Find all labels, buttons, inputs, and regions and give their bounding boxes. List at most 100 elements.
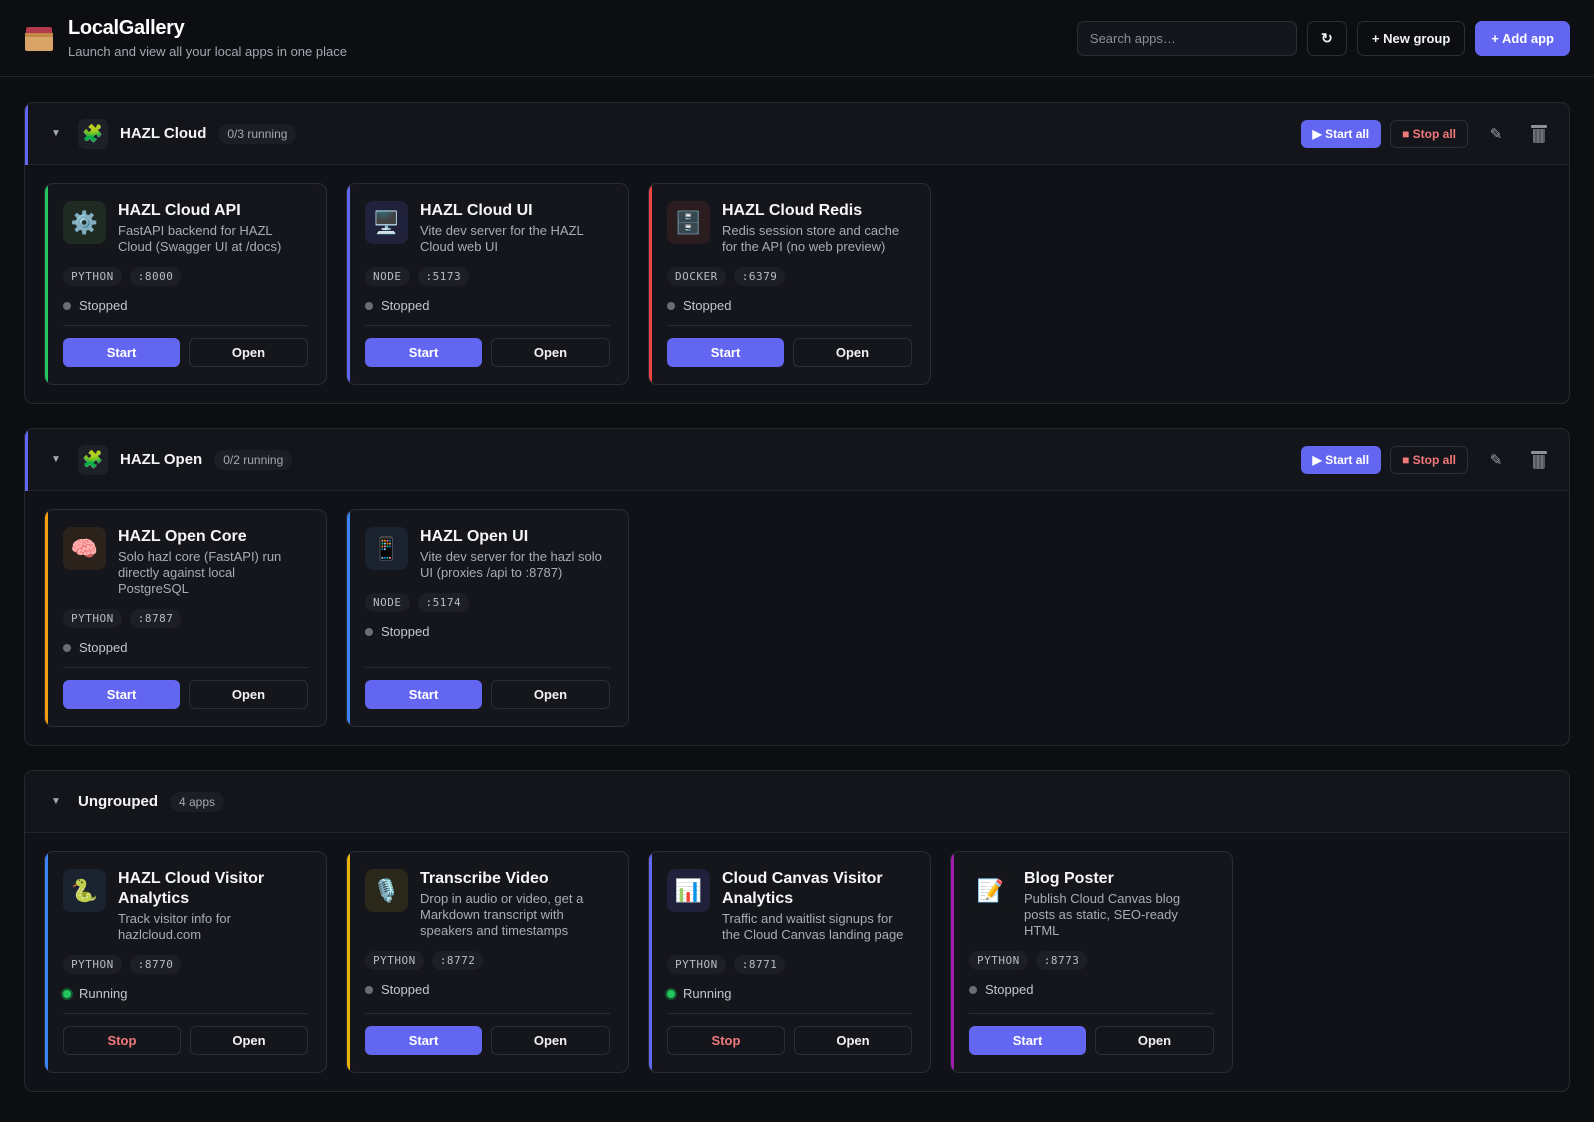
- group-ungrouped: ▼ Ungrouped 4 apps 🐍 HAZL Cloud Visitor …: [24, 770, 1570, 1092]
- group-accent: [25, 103, 28, 165]
- group-header[interactable]: ▼ Ungrouped 4 apps: [25, 771, 1569, 833]
- open-button[interactable]: Open: [491, 338, 610, 367]
- chevron-down-icon[interactable]: ▼: [50, 796, 62, 807]
- start-button[interactable]: Start: [63, 680, 180, 709]
- group-actions: ▶ Start all ■ Stop all ✎: [1300, 445, 1547, 474]
- start-button[interactable]: Start: [667, 338, 784, 367]
- app-icon: 📊: [667, 869, 710, 912]
- trash-icon[interactable]: [1531, 124, 1547, 143]
- start-button[interactable]: Start: [365, 680, 482, 709]
- open-button[interactable]: Open: [491, 1026, 610, 1055]
- card-file-box-icon: [24, 23, 54, 53]
- card-text: HAZL Cloud UI Vite dev server for the HA…: [420, 201, 610, 255]
- trash-icon[interactable]: [1531, 450, 1547, 469]
- add-app-button[interactable]: + Add app: [1475, 20, 1570, 56]
- runtime-badge: PYTHON: [63, 267, 122, 286]
- status-text: Stopped: [985, 982, 1034, 997]
- card-text: HAZL Cloud Visitor Analytics Track visit…: [118, 869, 308, 943]
- app-card: 🎙️ Transcribe Video Drop in audio or vid…: [346, 851, 629, 1073]
- open-button[interactable]: Open: [189, 680, 308, 709]
- card-text: HAZL Cloud Redis Redis session store and…: [722, 201, 912, 255]
- app-card: 🖥️ HAZL Cloud UI Vite dev server for the…: [346, 183, 629, 385]
- open-button[interactable]: Open: [190, 1026, 308, 1055]
- pencil-icon[interactable]: ✎: [1482, 446, 1510, 474]
- app-header: LocalGallery Launch and view all your lo…: [0, 0, 1594, 77]
- chevron-down-icon[interactable]: ▼: [50, 128, 62, 139]
- search-input[interactable]: [1076, 20, 1297, 56]
- app-title: Cloud Canvas Visitor Analytics: [722, 870, 883, 907]
- new-group-button[interactable]: + New group: [1356, 20, 1466, 56]
- app-title: Blog Poster: [1024, 870, 1114, 887]
- start-button[interactable]: Start: [365, 1026, 482, 1055]
- port-badge: :8770: [129, 955, 182, 974]
- start-all-button[interactable]: ▶ Start all: [1300, 445, 1382, 474]
- status-dot-icon: [365, 627, 373, 636]
- open-button[interactable]: Open: [491, 680, 610, 709]
- port-badge: :8000: [129, 267, 182, 286]
- app-card: 🗄️ HAZL Cloud Redis Redis session store …: [648, 183, 931, 385]
- app-card: ⚙️ HAZL Cloud API FastAPI backend for HA…: [44, 183, 327, 385]
- start-all-button[interactable]: ▶ Start all: [1300, 119, 1382, 148]
- card-actions: Stop Open: [63, 1013, 308, 1055]
- app-tags: PYTHON :8771: [667, 955, 912, 974]
- pencil-icon[interactable]: ✎: [1482, 120, 1510, 148]
- open-button[interactable]: Open: [189, 338, 308, 367]
- app-card-list: 🐍 HAZL Cloud Visitor Analytics Track vis…: [25, 833, 1569, 1091]
- status-indicator: Running: [667, 986, 912, 1001]
- status-indicator: Stopped: [365, 624, 610, 639]
- card-accent: [951, 852, 954, 1072]
- group-header[interactable]: ▼ 🧩 HAZL Cloud 0/3 running ▶ Start all ■…: [25, 103, 1569, 165]
- stop-all-button[interactable]: ■ Stop all: [1390, 119, 1468, 148]
- app-count: 4 apps: [170, 791, 225, 812]
- card-header: 🎙️ Transcribe Video Drop in audio or vid…: [365, 869, 610, 939]
- app-title: HAZL Cloud Redis: [722, 202, 863, 219]
- stop-button[interactable]: Stop: [63, 1026, 181, 1055]
- header-actions: ↻ + New group + Add app: [1076, 20, 1570, 56]
- main-content: ▼ 🧩 HAZL Cloud 0/3 running ▶ Start all ■…: [0, 77, 1594, 1092]
- open-button[interactable]: Open: [794, 1026, 912, 1055]
- group-hazl-cloud: ▼ 🧩 HAZL Cloud 0/3 running ▶ Start all ■…: [24, 102, 1570, 404]
- start-button[interactable]: Start: [969, 1026, 1086, 1055]
- card-accent: [649, 852, 652, 1072]
- status-indicator: Stopped: [667, 298, 912, 313]
- status-text: Stopped: [79, 640, 128, 655]
- status-dot-icon: [365, 985, 373, 994]
- open-button[interactable]: Open: [793, 338, 912, 367]
- card-header: 🖥️ HAZL Cloud UI Vite dev server for the…: [365, 201, 610, 255]
- puzzle-icon: 🧩: [78, 118, 108, 149]
- refresh-button[interactable]: ↻: [1306, 20, 1347, 56]
- app-tags: NODE :5173: [365, 267, 610, 286]
- port-badge: :8772: [431, 951, 484, 970]
- card-accent: [45, 852, 48, 1072]
- card-header: 📱 HAZL Open UI Vite dev server for the h…: [365, 527, 610, 581]
- status-dot-icon: [667, 301, 675, 310]
- runtime-badge: PYTHON: [969, 951, 1028, 970]
- status-text: Stopped: [381, 982, 430, 997]
- port-badge: :8787: [129, 609, 182, 628]
- card-header: 🗄️ HAZL Cloud Redis Redis session store …: [667, 201, 912, 255]
- status-dot-icon: [667, 989, 675, 998]
- card-accent: [45, 184, 48, 384]
- stop-all-button[interactable]: ■ Stop all: [1390, 445, 1468, 474]
- status-dot-icon: [365, 301, 373, 310]
- open-button[interactable]: Open: [1095, 1026, 1214, 1055]
- app-tags: PYTHON :8787: [63, 609, 308, 628]
- start-button[interactable]: Start: [63, 338, 180, 367]
- card-text: Transcribe Video Drop in audio or video,…: [420, 869, 610, 939]
- start-button[interactable]: Start: [365, 338, 482, 367]
- app-description: FastAPI backend for HAZL Cloud (Swagger …: [118, 223, 282, 254]
- app-tags: PYTHON :8773: [969, 951, 1214, 970]
- card-actions: Start Open: [667, 325, 912, 367]
- status-indicator: Running: [63, 986, 308, 1001]
- group-name: HAZL Open: [120, 451, 203, 468]
- stop-button[interactable]: Stop: [667, 1026, 785, 1055]
- group-name: Ungrouped: [78, 793, 158, 810]
- port-badge: :5173: [417, 267, 470, 286]
- card-actions: Start Open: [365, 325, 610, 367]
- chevron-down-icon[interactable]: ▼: [50, 454, 62, 465]
- app-title: HAZL Open Core: [118, 528, 247, 545]
- app-icon: ⚙️: [63, 201, 106, 244]
- card-actions: Stop Open: [667, 1013, 912, 1055]
- group-header[interactable]: ▼ 🧩 HAZL Open 0/2 running ▶ Start all ■ …: [25, 429, 1569, 491]
- app-tags: PYTHON :8772: [365, 951, 610, 970]
